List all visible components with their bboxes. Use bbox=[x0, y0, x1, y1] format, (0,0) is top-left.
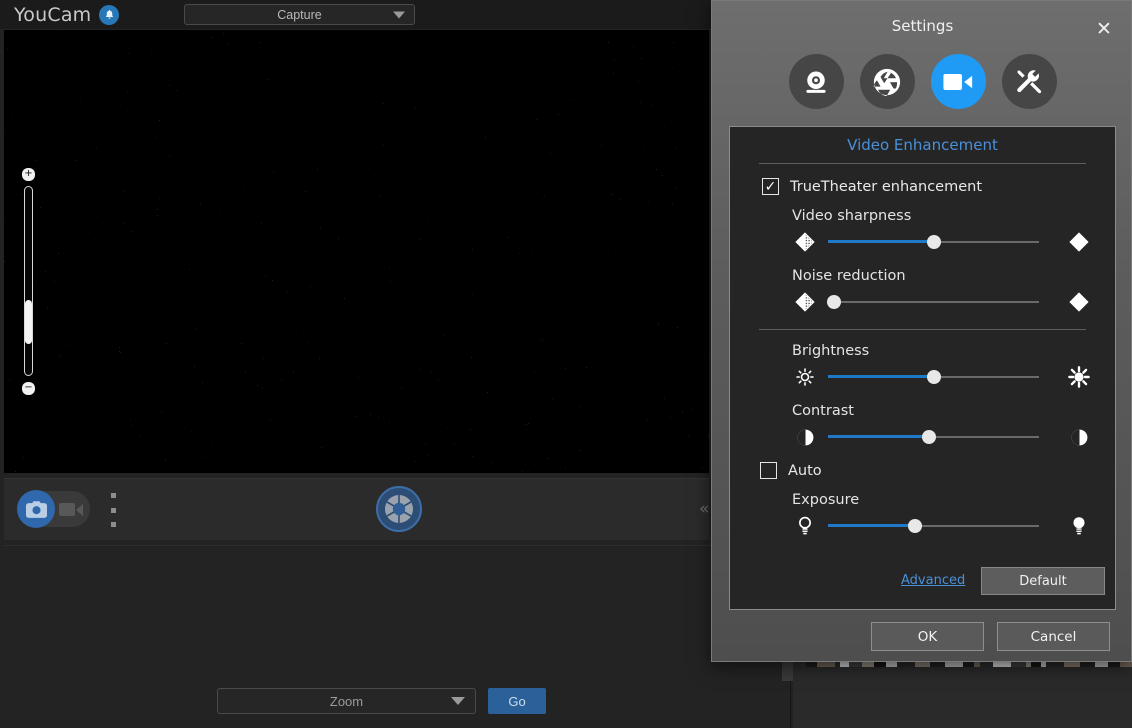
bell-icon[interactable] bbox=[99, 5, 119, 25]
zoom-dropdown-label: Zoom bbox=[330, 694, 363, 709]
screen: YouCam Capture + − bbox=[0, 0, 1132, 728]
auto-label: Auto bbox=[788, 463, 822, 479]
bulb-dim-icon[interactable] bbox=[792, 513, 818, 539]
slider-thumb[interactable] bbox=[908, 519, 922, 533]
camera-icon[interactable] bbox=[17, 490, 55, 528]
contrast-slider[interactable] bbox=[792, 424, 1092, 450]
slider-fill bbox=[828, 435, 929, 438]
youcam-window: YouCam Capture + − bbox=[0, 0, 793, 728]
slider-track[interactable] bbox=[828, 301, 1039, 303]
tab-video[interactable] bbox=[931, 54, 986, 109]
settings-tab-row bbox=[712, 54, 1132, 110]
exposure-track-wrap[interactable] bbox=[828, 513, 1058, 539]
noise-low-icon[interactable] bbox=[792, 289, 818, 315]
dialog-title: Settings bbox=[712, 17, 1132, 35]
contrast-low-icon[interactable] bbox=[792, 424, 818, 450]
preview-zoom-slider[interactable]: + − bbox=[20, 168, 36, 395]
aperture-icon bbox=[383, 493, 415, 525]
capture-mode-toggle[interactable] bbox=[18, 491, 90, 527]
aperture-icon bbox=[872, 67, 902, 97]
auto-checkbox[interactable] bbox=[760, 462, 777, 479]
slider-thumb[interactable] bbox=[927, 370, 941, 384]
app-header: YouCam Capture bbox=[0, 0, 793, 29]
chevron-down-icon bbox=[451, 697, 465, 705]
chevron-down-icon bbox=[393, 11, 405, 18]
slider-thumb[interactable] bbox=[927, 235, 941, 249]
panel-title: Video Enhancement bbox=[730, 136, 1115, 154]
app-brand: YouCam bbox=[14, 4, 91, 26]
sharpness-track-wrap[interactable] bbox=[828, 229, 1058, 255]
brightness-slider[interactable] bbox=[792, 364, 1092, 390]
cancel-button[interactable]: Cancel bbox=[997, 622, 1110, 651]
camcorder-icon bbox=[943, 71, 973, 93]
noise-reduction-slider[interactable] bbox=[792, 289, 1092, 315]
brightness-low-icon[interactable] bbox=[792, 364, 818, 390]
tools-icon bbox=[1015, 68, 1043, 96]
video-sharpness-slider[interactable] bbox=[792, 229, 1092, 255]
brightness-label: Brightness bbox=[792, 343, 1115, 359]
truetheater-row[interactable]: ✓ TrueTheater enhancement bbox=[762, 178, 1115, 195]
slider-fill bbox=[828, 240, 934, 243]
capture-mode-dropdown[interactable]: Capture bbox=[184, 4, 415, 25]
close-icon[interactable]: ✕ bbox=[1093, 19, 1115, 41]
webcam-icon bbox=[802, 68, 830, 96]
vertical-dots-icon[interactable] bbox=[108, 493, 118, 527]
truetheater-checkbox[interactable]: ✓ bbox=[762, 178, 779, 195]
noise-high-icon[interactable] bbox=[1066, 289, 1092, 315]
gallery-panel bbox=[4, 545, 789, 681]
preview-noise bbox=[4, 30, 709, 473]
exposure-label: Exposure bbox=[792, 492, 1115, 508]
tab-tools[interactable] bbox=[1002, 54, 1057, 109]
zoom-slider-thumb[interactable] bbox=[25, 300, 32, 344]
noise-reduction-label: Noise reduction bbox=[792, 268, 1115, 284]
video-sharpness-label: Video sharpness bbox=[792, 208, 1115, 224]
tab-webcam[interactable] bbox=[789, 54, 844, 109]
panel-divider-top bbox=[759, 163, 1086, 164]
slider-fill bbox=[828, 524, 915, 527]
exposure-slider[interactable] bbox=[792, 513, 1092, 539]
advanced-link[interactable]: Advanced bbox=[901, 573, 965, 588]
slider-thumb[interactable] bbox=[922, 430, 936, 444]
capture-control-bar bbox=[4, 478, 709, 540]
go-button[interactable]: Go bbox=[488, 688, 546, 714]
panel-divider-mid bbox=[759, 329, 1086, 330]
tab-capture[interactable] bbox=[860, 54, 915, 109]
truetheater-label: TrueTheater enhancement bbox=[790, 179, 982, 195]
noise-track-wrap[interactable] bbox=[828, 289, 1058, 315]
brightness-track-wrap[interactable] bbox=[828, 364, 1058, 390]
settings-dialog: Settings ✕ bbox=[711, 0, 1132, 662]
sharpness-high-icon[interactable] bbox=[1066, 229, 1092, 255]
brightness-high-icon[interactable] bbox=[1066, 364, 1092, 390]
sharpness-low-icon[interactable] bbox=[792, 229, 818, 255]
slider-fill bbox=[828, 375, 934, 378]
bulb-bright-icon[interactable] bbox=[1066, 513, 1092, 539]
contrast-label: Contrast bbox=[792, 403, 1115, 419]
ok-button[interactable]: OK bbox=[871, 622, 984, 651]
capture-dropdown-label: Capture bbox=[277, 8, 321, 22]
zoom-preset-dropdown[interactable]: Zoom bbox=[217, 688, 476, 714]
shutter-button[interactable] bbox=[376, 486, 422, 532]
auto-row[interactable]: Auto bbox=[760, 462, 1115, 479]
settings-panel: Video Enhancement ✓ TrueTheater enhancem… bbox=[729, 126, 1116, 610]
zoom-out-button[interactable]: − bbox=[22, 382, 35, 395]
zoom-in-button[interactable]: + bbox=[22, 168, 35, 181]
panel-footer: Advanced Default bbox=[730, 567, 1117, 597]
camcorder-icon[interactable] bbox=[59, 502, 83, 517]
zoom-slider-track[interactable] bbox=[24, 186, 33, 376]
default-button[interactable]: Default bbox=[981, 567, 1105, 595]
slider-thumb[interactable] bbox=[827, 295, 841, 309]
contrast-track-wrap[interactable] bbox=[828, 424, 1058, 450]
contrast-high-icon[interactable] bbox=[1066, 424, 1092, 450]
video-preview[interactable]: + − bbox=[4, 30, 709, 473]
